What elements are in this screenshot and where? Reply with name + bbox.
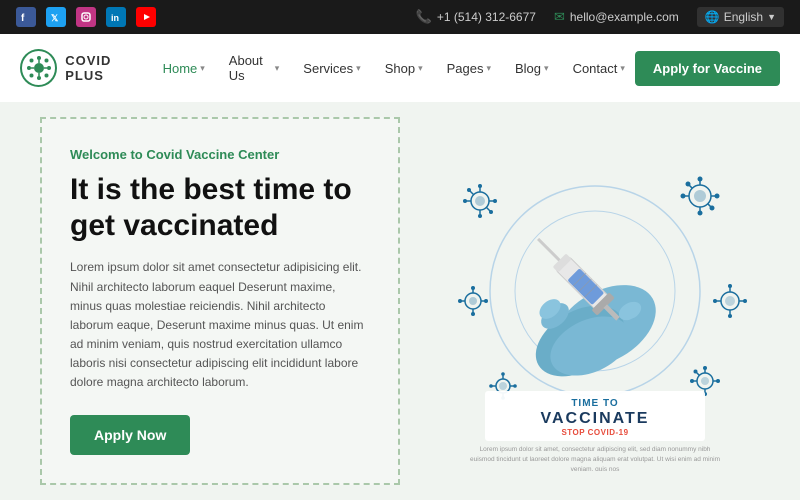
- nav-bar: COVID PLUS Home ▾ About Us ▾ Services ▾ …: [0, 34, 800, 102]
- nav-contact-label: Contact: [573, 61, 618, 76]
- nav-menu: Home ▾ About Us ▾ Services ▾ Shop ▾ Page…: [153, 47, 635, 89]
- svg-text:f: f: [21, 13, 25, 22]
- vaccine-illustration-svg: TIME TO VACCINATE STOP COVID-19 Lorem ip…: [435, 131, 755, 471]
- instagram-icon[interactable]: [76, 7, 96, 27]
- phone-number: +1 (514) 312-6677: [437, 10, 536, 24]
- nav-pages[interactable]: Pages ▾: [437, 55, 501, 82]
- chevron-down-icon: ▼: [767, 12, 776, 22]
- svg-text:VACCINATE: VACCINATE: [541, 410, 650, 427]
- logo-icon: [20, 49, 57, 87]
- nav-blog-label: Blog: [515, 61, 541, 76]
- chevron-icon: ▾: [275, 63, 280, 74]
- chevron-icon: ▾: [200, 63, 205, 74]
- logo[interactable]: COVID PLUS: [20, 49, 153, 87]
- nav-about[interactable]: About Us ▾: [219, 47, 290, 89]
- social-links: f 𝕏 in: [16, 7, 156, 27]
- hero-description: Lorem ipsum dolor sit amet consectetur a…: [70, 258, 370, 392]
- svg-text:euismod tincidunt ut laoreet d: euismod tincidunt ut laoreet dolore magn…: [470, 456, 720, 463]
- hero-illustration: TIME TO VACCINATE STOP COVID-19 Lorem ip…: [430, 131, 760, 471]
- svg-text:in: in: [111, 13, 119, 22]
- svg-text:TIME TO: TIME TO: [571, 398, 618, 409]
- apply-now-button[interactable]: Apply Now: [70, 415, 190, 455]
- nav-blog[interactable]: Blog ▾: [505, 55, 559, 82]
- hero-content: Welcome to Covid Vaccine Center It is th…: [40, 117, 400, 484]
- logo-text: COVID PLUS: [65, 53, 152, 83]
- chevron-icon: ▾: [544, 63, 549, 74]
- hero-tag: Welcome to Covid Vaccine Center: [70, 147, 370, 162]
- nav-services-label: Services: [303, 61, 353, 76]
- nav-shop[interactable]: Shop ▾: [375, 55, 433, 82]
- svg-text:𝕏: 𝕏: [51, 13, 59, 22]
- nav-home-label: Home: [163, 61, 198, 76]
- phone-contact[interactable]: 📞 +1 (514) 312-6677: [416, 9, 536, 25]
- hero-section: Welcome to Covid Vaccine Center It is th…: [0, 102, 800, 500]
- svg-text:STOP COVID-19: STOP COVID-19: [561, 428, 628, 437]
- language-selector[interactable]: 🌐 English ▼: [697, 7, 784, 27]
- svg-text:veniam, quis nos: veniam, quis nos: [571, 466, 621, 471]
- email-address: hello@example.com: [570, 10, 679, 24]
- twitter-icon[interactable]: 𝕏: [46, 7, 66, 27]
- hero-title: It is the best time to get vaccinated: [70, 172, 370, 244]
- nav-pages-label: Pages: [447, 61, 484, 76]
- svg-text:Lorem ipsum dolor sit amet, co: Lorem ipsum dolor sit amet, consectetur …: [480, 446, 711, 453]
- email-icon: ✉: [554, 9, 565, 25]
- contact-info: 📞 +1 (514) 312-6677 ✉ hello@example.com …: [416, 7, 784, 27]
- chevron-icon: ▾: [356, 63, 361, 74]
- nav-shop-label: Shop: [385, 61, 415, 76]
- nav-about-label: About Us: [229, 53, 272, 83]
- email-contact[interactable]: ✉ hello@example.com: [554, 9, 679, 25]
- nav-services[interactable]: Services ▾: [293, 55, 370, 82]
- top-bar: f 𝕏 in 📞 +1 (514) 312-6677 ✉ hello@examp…: [0, 0, 800, 34]
- linkedin-icon[interactable]: in: [106, 7, 126, 27]
- chevron-icon: ▾: [418, 63, 423, 74]
- chevron-icon: ▾: [620, 63, 625, 74]
- facebook-icon[interactable]: f: [16, 7, 36, 27]
- youtube-icon[interactable]: [136, 7, 156, 27]
- phone-icon: 📞: [416, 9, 432, 25]
- globe-icon: 🌐: [705, 10, 720, 24]
- nav-contact[interactable]: Contact ▾: [563, 55, 635, 82]
- nav-home[interactable]: Home ▾: [153, 55, 215, 82]
- chevron-icon: ▾: [486, 63, 491, 74]
- language-label: English: [724, 10, 763, 24]
- apply-vaccine-button[interactable]: Apply for Vaccine: [635, 51, 780, 86]
